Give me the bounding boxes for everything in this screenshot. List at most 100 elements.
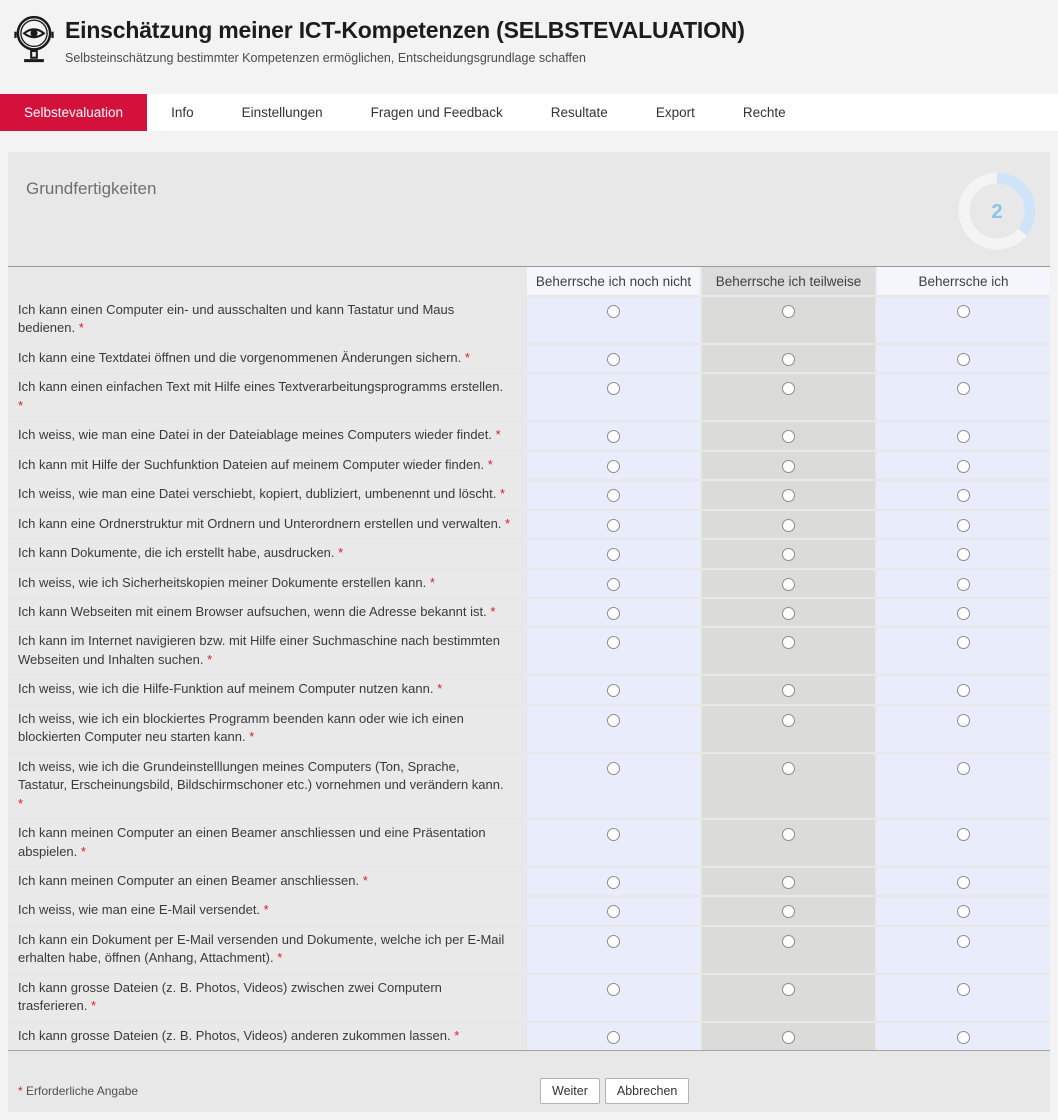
- radio-noch-nicht[interactable]: [607, 636, 620, 649]
- radio-noch-nicht[interactable]: [607, 519, 620, 532]
- radio-beherrsche[interactable]: [957, 905, 970, 918]
- mirror-with-eye-logo-icon: [10, 13, 58, 67]
- table-row: Ich weiss, wie ich die Grundeinstelllung…: [8, 754, 1050, 818]
- radio-noch-nicht[interactable]: [607, 935, 620, 948]
- radio-teilweise[interactable]: [782, 353, 795, 366]
- nav-tab-selbstevaluation[interactable]: Selbstevaluation: [0, 94, 147, 131]
- radio-beherrsche[interactable]: [957, 983, 970, 996]
- required-asterisk: *: [437, 681, 442, 696]
- radio-noch-nicht[interactable]: [607, 762, 620, 775]
- nav-tab-info[interactable]: Info: [147, 94, 218, 131]
- option-cell-noch-nicht: [527, 345, 700, 372]
- radio-beherrsche[interactable]: [957, 828, 970, 841]
- column-header-noch-nicht: Beherrsche ich noch nicht: [527, 267, 700, 295]
- radio-teilweise[interactable]: [782, 762, 795, 775]
- weiter-button[interactable]: Weiter: [540, 1078, 600, 1104]
- option-cell-beherrsche: [877, 374, 1050, 420]
- radio-noch-nicht[interactable]: [607, 489, 620, 502]
- radio-noch-nicht[interactable]: [607, 548, 620, 561]
- radio-teilweise[interactable]: [782, 905, 795, 918]
- option-cell-beherrsche: [877, 452, 1050, 479]
- nav-tab-fragen-und-feedback[interactable]: Fragen und Feedback: [347, 94, 527, 131]
- radio-noch-nicht[interactable]: [607, 607, 620, 620]
- required-asterisk: *: [505, 516, 510, 531]
- question-text: Ich weiss, wie ich ein blockiertes Progr…: [8, 706, 525, 752]
- radio-beherrsche[interactable]: [957, 607, 970, 620]
- radio-teilweise[interactable]: [782, 684, 795, 697]
- nav-tab-rechte[interactable]: Rechte: [719, 94, 810, 131]
- radio-beherrsche[interactable]: [957, 382, 970, 395]
- radio-teilweise[interactable]: [782, 489, 795, 502]
- nav-tab-resultate[interactable]: Resultate: [527, 94, 632, 131]
- required-asterisk: *: [249, 729, 254, 744]
- radio-noch-nicht[interactable]: [607, 460, 620, 473]
- radio-noch-nicht[interactable]: [607, 876, 620, 889]
- radio-teilweise[interactable]: [782, 430, 795, 443]
- radio-teilweise[interactable]: [782, 983, 795, 996]
- table-row: Ich kann mit Hilfe der Suchfunktion Date…: [8, 452, 1050, 479]
- option-cell-noch-nicht: [527, 297, 700, 343]
- radio-teilweise[interactable]: [782, 305, 795, 318]
- radio-teilweise[interactable]: [782, 828, 795, 841]
- radio-beherrsche[interactable]: [957, 636, 970, 649]
- nav-tab-label: Info: [171, 105, 194, 120]
- radio-teilweise[interactable]: [782, 607, 795, 620]
- option-cell-noch-nicht: [527, 481, 700, 508]
- option-cell-beherrsche: [877, 820, 1050, 866]
- option-cell-teilweise: [702, 975, 875, 1021]
- radio-beherrsche[interactable]: [957, 935, 970, 948]
- nav-tab-einstellungen[interactable]: Einstellungen: [218, 94, 347, 131]
- option-cell-teilweise: [702, 452, 875, 479]
- radio-noch-nicht[interactable]: [607, 905, 620, 918]
- required-asterisk: *: [490, 604, 495, 619]
- radio-beherrsche[interactable]: [957, 762, 970, 775]
- radio-beherrsche[interactable]: [957, 519, 970, 532]
- radio-teilweise[interactable]: [782, 519, 795, 532]
- radio-beherrsche[interactable]: [957, 1031, 970, 1044]
- radio-teilweise[interactable]: [782, 935, 795, 948]
- radio-noch-nicht[interactable]: [607, 578, 620, 591]
- radio-beherrsche[interactable]: [957, 578, 970, 591]
- radio-teilweise[interactable]: [782, 714, 795, 727]
- radio-beherrsche[interactable]: [957, 305, 970, 318]
- option-cell-teilweise: [702, 868, 875, 895]
- radio-beherrsche[interactable]: [957, 684, 970, 697]
- radio-noch-nicht[interactable]: [607, 353, 620, 366]
- table-row: Ich weiss, wie man eine Datei verschiebt…: [8, 481, 1050, 508]
- radio-beherrsche[interactable]: [957, 489, 970, 502]
- progress-step-number: 2: [991, 201, 1002, 223]
- nav-tab-export[interactable]: Export: [632, 94, 719, 131]
- question-text: Ich weiss, wie ich Sicherheitskopien mei…: [8, 570, 525, 597]
- radio-noch-nicht[interactable]: [607, 305, 620, 318]
- radio-teilweise[interactable]: [782, 636, 795, 649]
- radio-noch-nicht[interactable]: [607, 382, 620, 395]
- required-asterisk: *: [264, 902, 269, 917]
- radio-noch-nicht[interactable]: [607, 1031, 620, 1044]
- radio-teilweise[interactable]: [782, 578, 795, 591]
- radio-teilweise[interactable]: [782, 1031, 795, 1044]
- radio-noch-nicht[interactable]: [607, 684, 620, 697]
- radio-beherrsche[interactable]: [957, 353, 970, 366]
- radio-noch-nicht[interactable]: [607, 828, 620, 841]
- radio-noch-nicht[interactable]: [607, 983, 620, 996]
- abbrechen-button[interactable]: Abbrechen: [605, 1078, 689, 1104]
- radio-beherrsche[interactable]: [957, 548, 970, 561]
- table-row: Ich kann einen einfachen Text mit Hilfe …: [8, 374, 1050, 420]
- radio-beherrsche[interactable]: [957, 430, 970, 443]
- radio-teilweise[interactable]: [782, 382, 795, 395]
- table-row: Ich kann Webseiten mit einem Browser auf…: [8, 599, 1050, 626]
- option-cell-teilweise: [702, 374, 875, 420]
- radio-teilweise[interactable]: [782, 460, 795, 473]
- radio-beherrsche[interactable]: [957, 460, 970, 473]
- radio-teilweise[interactable]: [782, 876, 795, 889]
- radio-beherrsche[interactable]: [957, 714, 970, 727]
- option-cell-beherrsche: [877, 676, 1050, 703]
- radio-teilweise[interactable]: [782, 548, 795, 561]
- option-cell-teilweise: [702, 897, 875, 924]
- radio-noch-nicht[interactable]: [607, 430, 620, 443]
- question-text: Ich weiss, wie man eine Datei in der Dat…: [8, 422, 525, 449]
- radio-noch-nicht[interactable]: [607, 714, 620, 727]
- required-asterisk: *: [207, 652, 212, 667]
- radio-beherrsche[interactable]: [957, 876, 970, 889]
- option-cell-teilweise: [702, 540, 875, 567]
